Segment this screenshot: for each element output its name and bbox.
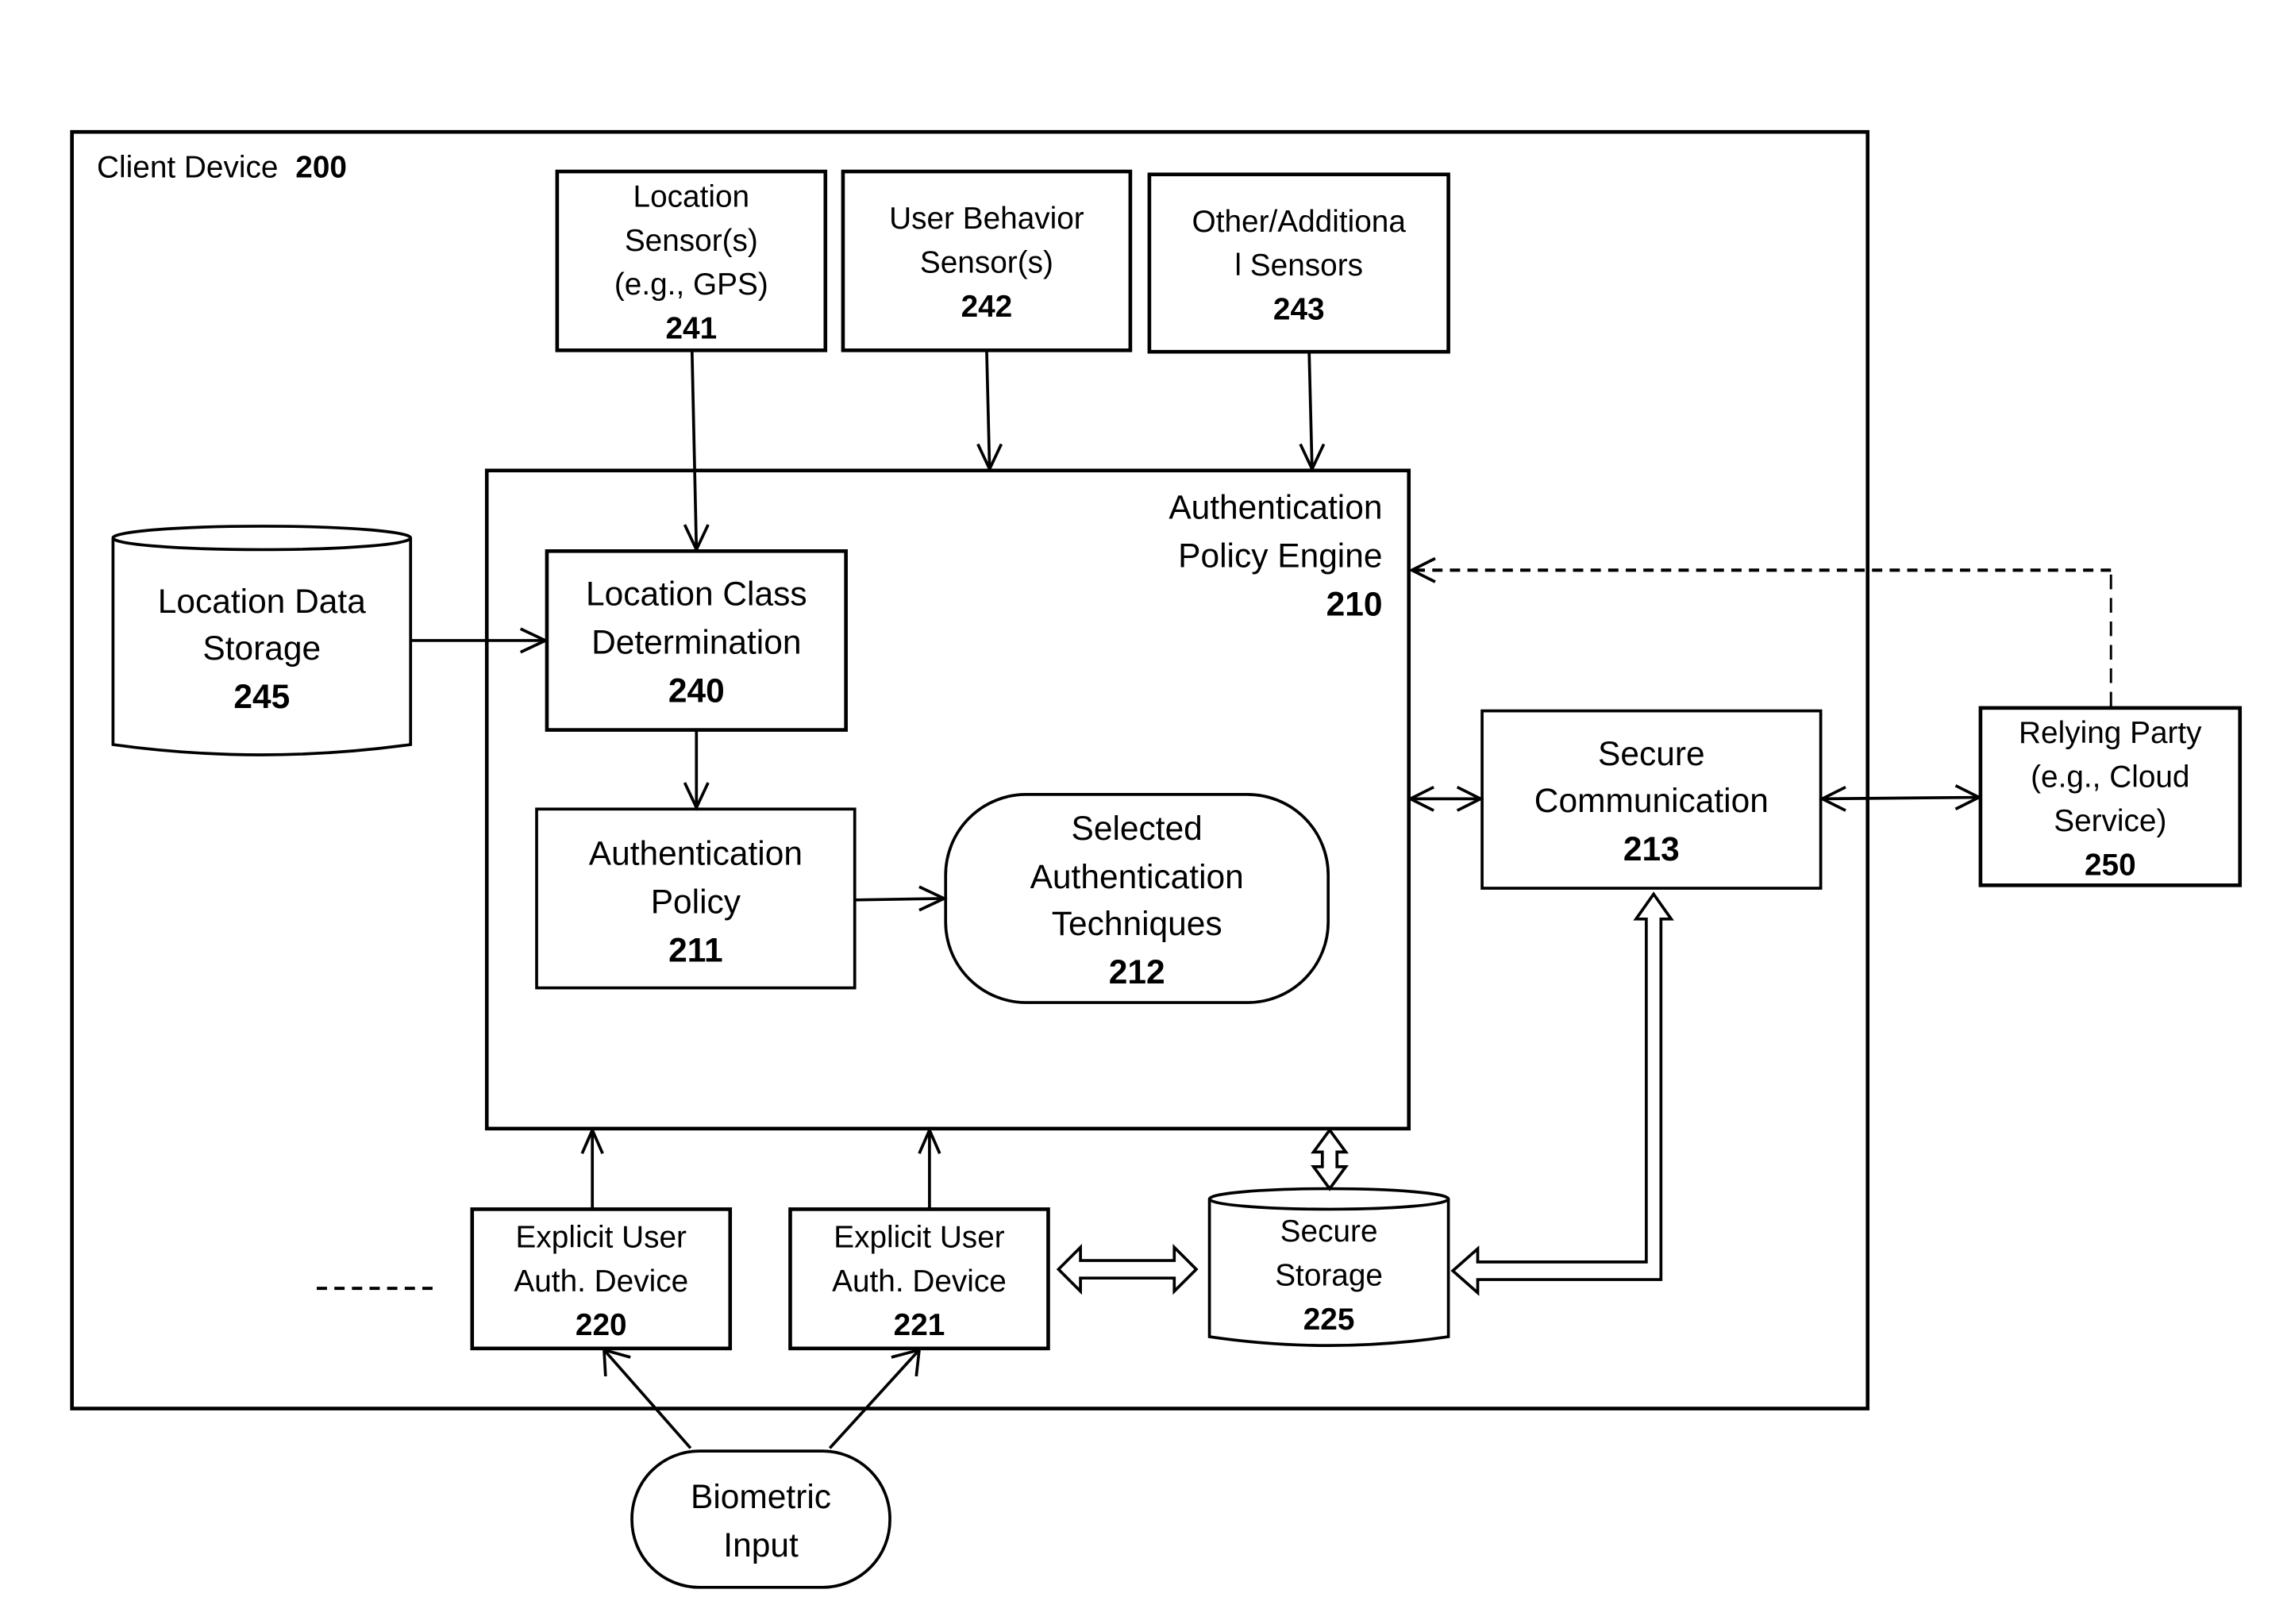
location-sensor-box[interactable]: Location Sensor(s) (e.g., GPS) 241 [555,169,828,352]
policy-engine-ref: 210 [1326,586,1383,623]
selected-techniques-line-3: Techniques [1052,905,1222,942]
location-class-box[interactable]: Location Class Determination 240 [545,549,848,732]
auth-device-220-ref: 220 [576,1308,627,1342]
relying-party-line-3: Service) [2054,804,2166,838]
location-sensor-ref: 241 [665,312,717,346]
auth-device-220[interactable]: Explicit User Auth. Device 220 [470,1207,733,1351]
selected-techniques-line-1: Selected [1072,810,1203,847]
biometric-input-frame [630,1449,891,1589]
auth-device-221-ref: 221 [894,1308,945,1342]
auth-device-221-line-1: Explicit User [834,1220,1004,1254]
secure-storage-ref: 225 [1303,1303,1355,1337]
selected-techniques-line-2: Authentication [1030,858,1244,895]
user-behavior-sensor-box[interactable]: User Behavior Sensor(s) 242 [841,169,1133,352]
location-class-line-2: Determination [591,624,801,661]
auth-policy-line-1: Authentication [589,834,803,872]
other-sensors-box[interactable]: Other/Additiona l Sensors 243 [1147,172,1450,354]
location-sensor-line-1: Location [633,179,750,214]
other-sensors-line-1: Other/Additiona [1192,205,1407,239]
biometric-input-line-1: Biometric [691,1478,831,1515]
secure-communication-line-1: Secure [1598,735,1705,772]
client-device-label: Client Device 200 [97,150,347,184]
relying-party-line-1: Relying Party [2019,716,2202,750]
location-storage-line-1: Location Data [158,583,366,620]
auth-policy-line-2: Policy [651,883,741,920]
policy-engine-line-2: Policy Engine [1178,537,1382,575]
user-behavior-sensor-line-1: User Behavior [889,202,1084,236]
relying-party-line-2: (e.g., Cloud [2031,760,2189,795]
user-behavior-sensor-ref: 242 [961,290,1013,324]
other-sensors-ref: 243 [1273,293,1325,327]
other-sensors-line-2: l Sensors [1234,248,1363,283]
auth-policy-ref: 211 [668,931,723,968]
biometric-input-line-2: Input [723,1526,799,1564]
location-class-line-1: Location Class [586,575,807,613]
policy-engine-line-1: Authentication [1169,489,1382,526]
secure-communication-ref: 213 [1623,830,1680,868]
auth-policy-box[interactable]: Authentication Policy 211 [535,807,857,990]
location-sensor-line-3: (e.g., GPS) [614,267,768,302]
client-device-name: Client Device [97,150,278,184]
location-storage-line-2: Storage [202,629,321,667]
diagram-canvas: Client Device 200 Location Sensor(s) (e.… [70,129,2243,1589]
relying-party-box[interactable]: Relying Party (e.g., Cloud Service) 250 [1978,706,2243,887]
secure-storage-top [1207,1187,1450,1211]
location-storage-ref: 245 [233,678,290,715]
auth-device-221[interactable]: Explicit User Auth. Device 221 [788,1207,1050,1351]
secure-storage[interactable]: Secure Storage 225 [1207,1187,1450,1347]
auth-device-220-line-2: Auth. Device [514,1264,688,1299]
client-device-ref: 200 [295,150,347,184]
auth-device-221-line-2: Auth. Device [832,1264,1007,1299]
biometric-input[interactable]: Biometric Input [630,1449,891,1589]
location-storage-top [111,525,413,552]
relying-party-ref: 250 [2085,848,2136,882]
location-data-storage[interactable]: Location Data Storage 245 [111,525,413,756]
user-behavior-sensor-line-2: Sensor(s) [920,245,1053,279]
selected-techniques-ref: 212 [1109,953,1165,991]
secure-communication-line-2: Communication [1534,782,1769,819]
auth-device-220-line-1: Explicit User [516,1220,687,1254]
secure-storage-line-1: Secure [1280,1214,1378,1249]
selected-techniques-box[interactable]: Selected Authentication Techniques 212 [944,792,1330,1004]
location-sensor-line-2: Sensor(s) [625,224,758,258]
secure-storage-line-2: Storage [1275,1258,1383,1292]
secure-communication-box[interactable]: Secure Communication 213 [1480,709,1823,890]
location-class-ref: 240 [668,672,725,710]
